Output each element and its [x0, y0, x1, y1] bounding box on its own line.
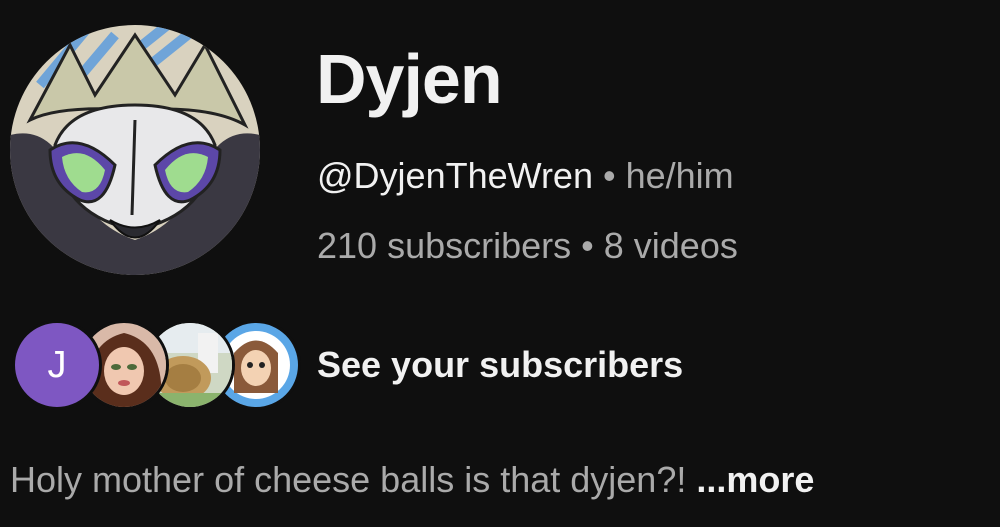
subscriber-count: 210 subscribers	[317, 225, 572, 266]
channel-handle[interactable]: @DyjenTheWren	[317, 155, 593, 196]
subscriber-avatars[interactable]: J	[12, 320, 301, 410]
channel-avatar[interactable]	[10, 25, 260, 275]
video-count: 8 videos	[603, 225, 738, 266]
handle-line: @DyjenTheWren • he/him	[317, 158, 734, 194]
channel-description[interactable]: Holy mother of cheese balls is that dyje…	[10, 462, 814, 498]
more-link[interactable]: ...more	[696, 459, 814, 500]
channel-pronouns: he/him	[625, 155, 734, 196]
subscriber-avatar-initial: J	[12, 320, 102, 410]
separator-dot: •	[581, 225, 594, 266]
see-subscribers-link[interactable]: See your subscribers	[317, 347, 683, 383]
separator-dot: •	[602, 155, 616, 196]
description-text: Holy mother of cheese balls is that dyje…	[10, 459, 687, 500]
channel-name: Dyjen	[316, 40, 503, 118]
channel-stats: 210 subscribers • 8 videos	[317, 228, 738, 264]
channel-avatar-image	[10, 25, 260, 275]
